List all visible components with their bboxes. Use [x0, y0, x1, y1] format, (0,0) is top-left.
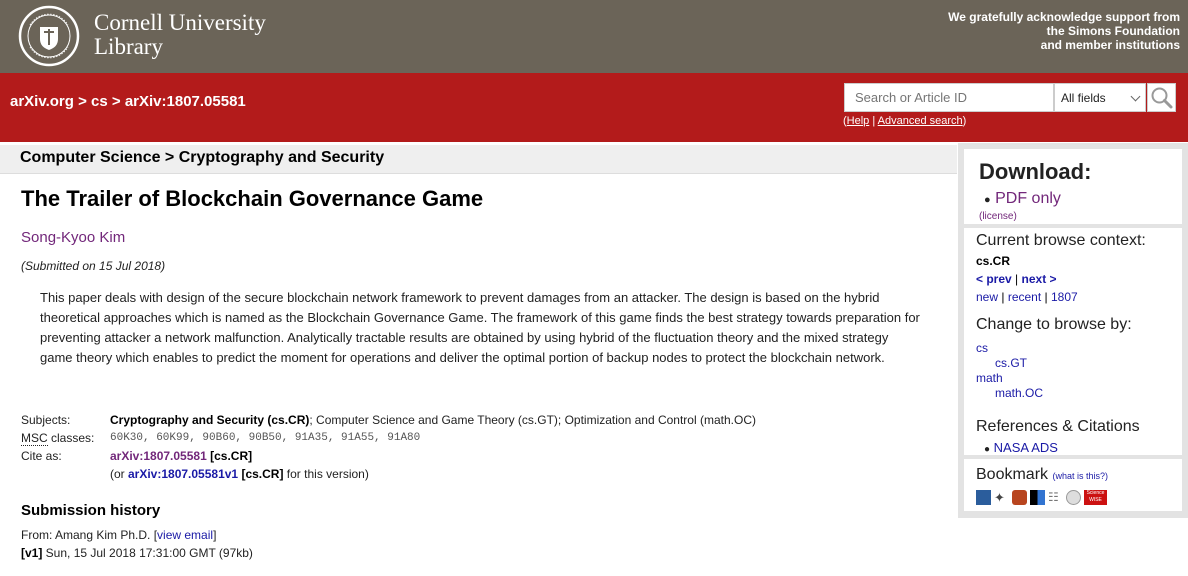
cite-category: [cs.CR] [210, 449, 253, 463]
nasa-ads-link[interactable]: NASA ADS [994, 440, 1058, 455]
browse-cat-math[interactable]: math [976, 371, 1043, 386]
separator: | [1015, 272, 1019, 286]
msc-row: MSC classes: 60K30, 60K99, 90B60, 90B50,… [21, 429, 756, 447]
browse-cat-cs-gt[interactable]: cs.GT [976, 356, 1043, 371]
subject-heading-bar: Computer Science > Cryptography and Secu… [0, 145, 957, 174]
year-link[interactable]: 1807 [1051, 290, 1078, 304]
crumb-cs[interactable]: cs [91, 93, 108, 110]
cornell-university-library-wordmark[interactable]: Cornell University Library [94, 11, 266, 59]
browse-cat-cs[interactable]: cs [976, 341, 1043, 356]
secondary-subjects: ; Computer Science and Game Theory (cs.G… [309, 413, 756, 427]
v1-tag: [v1] [21, 546, 43, 560]
bullet-icon: ● [984, 194, 991, 206]
browse-context-box: Current browse context: cs.CR < prev | n… [964, 228, 1182, 414]
bullet-icon: ● [984, 444, 991, 455]
cite-v1-category: [cs.CR] [241, 467, 284, 481]
cite-tail: for this version) [283, 467, 369, 481]
chevron-down-icon [1130, 91, 1141, 102]
cite-or-prefix: (or [110, 467, 128, 481]
version-v1: [v1] Sun, 15 Jul 2018 17:31:00 GMT (97kb… [21, 546, 253, 560]
support-line[interactable]: the Simons Foundation [948, 24, 1180, 38]
from-prefix: From: Amang Kim Ph.D. [ [21, 528, 158, 542]
separator: | [1001, 290, 1005, 304]
next-link[interactable]: next > [1022, 272, 1057, 286]
cite-label: Cite as: [21, 449, 62, 463]
cornell-header: Cornell University Library We gratefully… [0, 0, 1188, 73]
cite-id-link[interactable]: arXiv:1807.05581 [110, 449, 207, 463]
new-link[interactable]: new [976, 290, 998, 304]
support-line[interactable]: and member institutions [948, 38, 1180, 52]
bookmark-icons: ✦ ☷ Science WISE [976, 490, 1107, 505]
citeulike-icon[interactable] [1012, 490, 1027, 505]
cite-version-row: (or arXiv:1807.05581v1 [cs.CR] for this … [21, 465, 756, 483]
sidebar: Download: ● PDF only (license) Current b… [958, 143, 1188, 518]
primary-subject: Cryptography and Security (cs.CR) [110, 413, 310, 427]
browse-context-value: cs.CR [976, 254, 1011, 268]
arxiv-nav-bar: arXiv.org > cs > arXiv:1807.05581 All fi… [0, 73, 1188, 142]
search-button[interactable] [1147, 83, 1176, 112]
subjects-row: Subjects: Cryptography and Security (cs.… [21, 411, 756, 429]
advanced-search-link[interactable]: Advanced search [878, 115, 963, 127]
bibsonomy-icon[interactable] [976, 490, 991, 505]
search-field-select[interactable]: All fields [1054, 83, 1146, 112]
pdf-only-link[interactable]: PDF only [995, 190, 1061, 207]
help-link[interactable]: Help [847, 115, 870, 127]
v1-details: Sun, 15 Jul 2018 17:31:00 GMT (97kb) [42, 546, 253, 560]
search-field-selected: All fields [1061, 91, 1106, 105]
references-heading: References & Citations [976, 418, 1140, 435]
bookmark-box: Bookmark (what is this?) ✦ ☷ Science WIS… [964, 459, 1182, 511]
separator: | [1044, 290, 1048, 304]
subject-heading: Computer Science > Cryptography and Secu… [20, 149, 385, 166]
recent-link[interactable]: recent [1008, 290, 1041, 304]
change-browse-heading: Change to browse by: [976, 316, 1132, 333]
support-acknowledgement: We gratefully acknowledge support from t… [948, 10, 1180, 52]
browse-context-heading: Current browse context: [976, 232, 1146, 249]
cornell-seal-logo[interactable] [18, 5, 80, 67]
library-name: Library [94, 34, 163, 59]
connotea-icon[interactable]: ✦ [994, 490, 1009, 505]
submission-date: (Submitted on 15 Jul 2018) [21, 259, 166, 273]
crumb-arxiv-home[interactable]: arXiv.org [10, 93, 74, 110]
breadcrumb: arXiv.org > cs > arXiv:1807.05581 [10, 93, 246, 110]
msc-abbr[interactable]: MSC [21, 431, 48, 446]
submitter: From: Amang Kim Ph.D. [view email] [21, 528, 216, 542]
references-box: References & Citations ● NASA ADS [964, 410, 1182, 455]
subjects-label: Subjects: [21, 413, 71, 427]
download-box: Download: ● PDF only (license) [964, 149, 1182, 224]
author-link[interactable]: Song-Kyoo Kim [21, 229, 125, 246]
cite-row: Cite as: arXiv:1807.05581 [cs.CR] [21, 447, 756, 465]
paper-title: The Trailer of Blockchain Governance Gam… [21, 186, 484, 211]
download-heading: Download: [979, 159, 1092, 184]
msc-label-rest: classes: [47, 431, 95, 445]
from-suffix: ] [213, 528, 217, 542]
search-icon [1151, 87, 1173, 109]
msc-label: MSC classes: [21, 429, 110, 447]
msc-values: 60K30, 60K99, 90B60, 90B50, 91A35, 91A55… [110, 432, 421, 444]
search-input[interactable] [844, 83, 1054, 112]
crumb-separator: > [78, 93, 87, 110]
support-line: We gratefully acknowledge support from [948, 10, 1180, 24]
view-email-link[interactable]: view email [157, 528, 213, 542]
science-wise-icon[interactable]: Science WISE [1084, 490, 1107, 505]
institution-name: Cornell University [94, 10, 266, 35]
license-link[interactable]: (license) [979, 211, 1017, 222]
submission-history-heading: Submission history [21, 502, 161, 519]
prev-link[interactable]: < prev [976, 272, 1012, 286]
crumb-paper-id: arXiv:1807.05581 [124, 93, 246, 110]
bookmark-heading: Bookmark [976, 466, 1049, 483]
crumb-separator: > [111, 93, 121, 110]
delicious-icon[interactable] [1030, 490, 1045, 505]
abstract: This paper deals with design of the secu… [40, 290, 920, 365]
metadata-table: Subjects: Cryptography and Security (cs.… [21, 411, 756, 483]
cite-v1-link[interactable]: arXiv:1807.05581v1 [128, 467, 238, 481]
what-is-this-link[interactable]: (what is this?) [1052, 471, 1108, 481]
browse-cat-math-oc[interactable]: math.OC [976, 386, 1043, 401]
reddit-icon[interactable] [1066, 490, 1081, 505]
search-help-links: (Help | Advanced search) [843, 115, 967, 127]
digg-icon[interactable]: ☷ [1048, 490, 1063, 505]
